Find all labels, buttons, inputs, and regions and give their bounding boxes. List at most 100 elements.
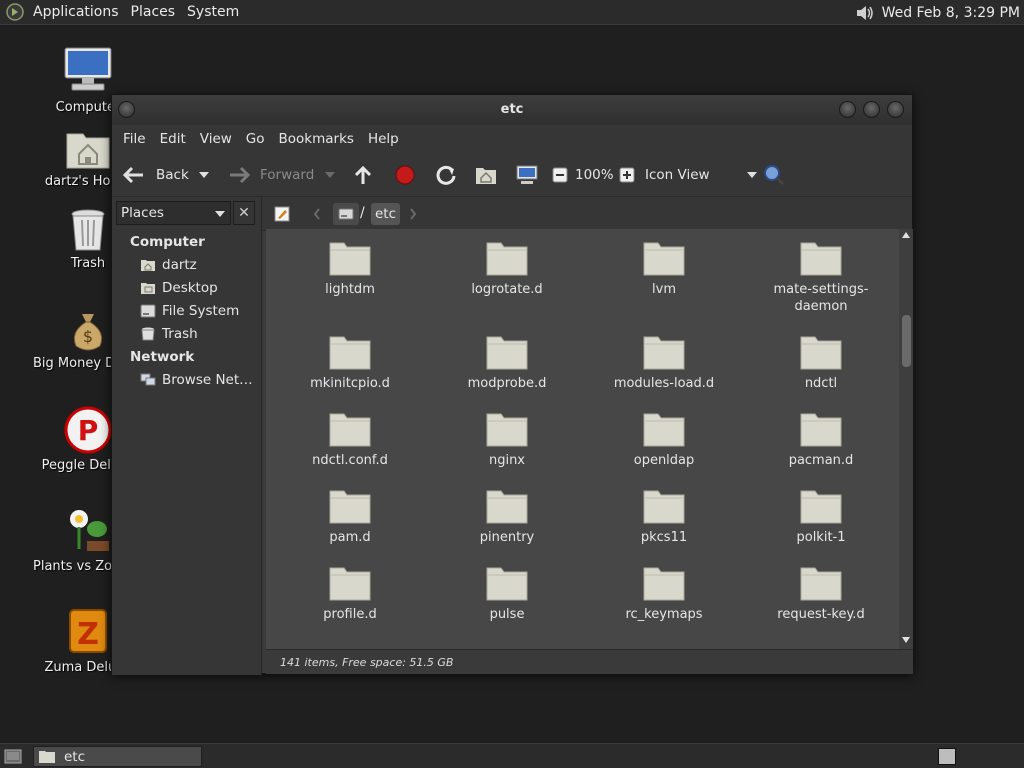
folder-icon [486,490,528,524]
home-folder-icon [66,133,110,169]
triangle-down-icon [325,172,335,178]
main-menu: Applications Places System [0,0,245,25]
sidebar-item-trash[interactable]: Trash [140,326,198,342]
file-name: lvm [652,282,676,297]
folder-icon [643,413,685,447]
file-item[interactable]: modules-load.d [594,331,734,392]
file-item[interactable]: pam.d [280,485,420,546]
home-button[interactable] [475,153,497,197]
file-item[interactable]: pinentry [437,485,577,546]
computer-icon [516,165,538,184]
file-item[interactable]: polkit-1 [751,485,891,546]
sidebar-item-label: File System [162,303,240,319]
folder-icon [643,242,685,276]
file-item[interactable]: mkinitcpio.d [280,331,420,392]
maximize-button[interactable] [863,101,880,118]
sidebar-item-desktop[interactable]: Desktop [140,280,218,296]
applications-menu[interactable]: Applications [27,4,125,20]
zoom-in-icon [619,167,635,183]
back-button[interactable]: Back [122,153,189,197]
folder-icon [329,242,371,276]
file-item[interactable]: pacman.d [751,408,891,469]
scroll-down-icon[interactable] [902,637,910,643]
folder-icon [800,336,842,370]
arrow-right-icon [230,166,251,184]
file-name: nginx [488,453,526,468]
file-item[interactable]: request-key.d [751,562,891,623]
vertical-scrollbar[interactable] [899,229,913,649]
menu-go[interactable]: Go [239,131,272,147]
window-menu-button[interactable] [118,101,135,118]
scroll-up-icon[interactable] [902,232,910,238]
show-desktop-icon[interactable] [4,748,22,765]
chevron-right-icon[interactable] [409,208,417,220]
computer-button[interactable] [515,153,539,197]
workspace-switcher[interactable] [938,748,956,765]
folder-icon [643,336,685,370]
file-item[interactable]: lvm [594,237,734,298]
zoom-in-button[interactable] [619,153,635,197]
back-history-dropdown[interactable] [198,153,210,197]
path-current-button[interactable]: etc [371,203,401,225]
sidebar-item-file-system[interactable]: File System [140,303,239,319]
menu-file[interactable]: File [116,131,153,147]
window-titlebar[interactable]: etc [112,95,912,125]
file-item[interactable]: pulse [437,562,577,623]
sidebar-close-button[interactable]: ✕ [233,201,255,225]
volume-icon[interactable] [854,3,876,23]
menu-view[interactable]: View [193,131,239,147]
clock[interactable]: Wed Feb 8, 3:29 PM [882,5,1020,21]
file-item[interactable]: modprobe.d [437,331,577,392]
file-item[interactable]: nginx [437,408,577,469]
sidebar-item-browse-network[interactable]: Browse Net… [140,372,253,388]
edit-location-icon[interactable] [274,206,290,222]
forward-history-dropdown[interactable] [324,153,336,197]
file-view[interactable]: lightdm logrotate.d lvm mate-settings-daemo… [266,229,913,649]
file-name: mkinitcpio.d [310,376,390,391]
search-button[interactable] [763,153,785,197]
close-button[interactable] [887,101,904,118]
file-item[interactable]: profile.d [280,562,420,623]
zuma-icon: Z [69,609,107,653]
zoom-level[interactable]: 100% [575,153,614,197]
sidebar-item-dartz[interactable]: dartz [140,257,197,273]
up-button[interactable] [352,153,374,197]
toolbar: Back Forward 100% Icon View [112,153,912,197]
chevron-left-icon[interactable] [313,208,321,220]
forward-button[interactable]: Forward [227,153,314,197]
menu-edit[interactable]: Edit [153,131,193,147]
stop-button[interactable] [394,153,416,197]
mate-logo-icon[interactable] [6,3,24,21]
file-item[interactable]: lightdm [280,237,420,298]
file-item[interactable]: ndctl.conf.d [280,408,420,469]
file-item[interactable]: ndctl [751,331,891,392]
reload-button[interactable] [435,153,457,197]
sidebar-selector[interactable]: Places [116,201,231,225]
file-item[interactable]: mate-settings-daemon [751,237,891,315]
folder-icon [329,336,371,370]
file-name: modules-load.d [613,376,715,391]
folder-icon [329,413,371,447]
file-item[interactable]: pkcs11 [594,485,734,546]
file-item[interactable]: openldap [594,408,734,469]
status-bar: 141 items, Free space: 51.5 GB [266,649,913,674]
file-item[interactable]: rc_keymaps [594,562,734,623]
view-mode-label: Icon View [645,167,710,183]
folder-icon [643,567,685,601]
zoom-out-button[interactable] [552,153,568,197]
minimize-button[interactable] [839,101,856,118]
menu-bookmarks[interactable]: Bookmarks [272,131,361,147]
system-menu[interactable]: System [181,4,245,20]
places-menu[interactable]: Places [125,4,182,20]
file-item[interactable]: logrotate.d [437,237,577,298]
menubar: File Edit View Go Bookmarks Help [112,125,912,153]
path-root-button[interactable] [333,203,359,225]
file-name: profile.d [323,607,377,622]
file-name: logrotate.d [471,282,543,297]
file-name: openldap [633,453,695,468]
taskbar-item-etc[interactable]: etc [33,746,202,767]
view-mode-select[interactable]: Icon View [645,153,758,197]
svg-text:P: P [78,414,99,447]
scroll-thumb[interactable] [902,315,911,367]
menu-help[interactable]: Help [361,131,406,147]
